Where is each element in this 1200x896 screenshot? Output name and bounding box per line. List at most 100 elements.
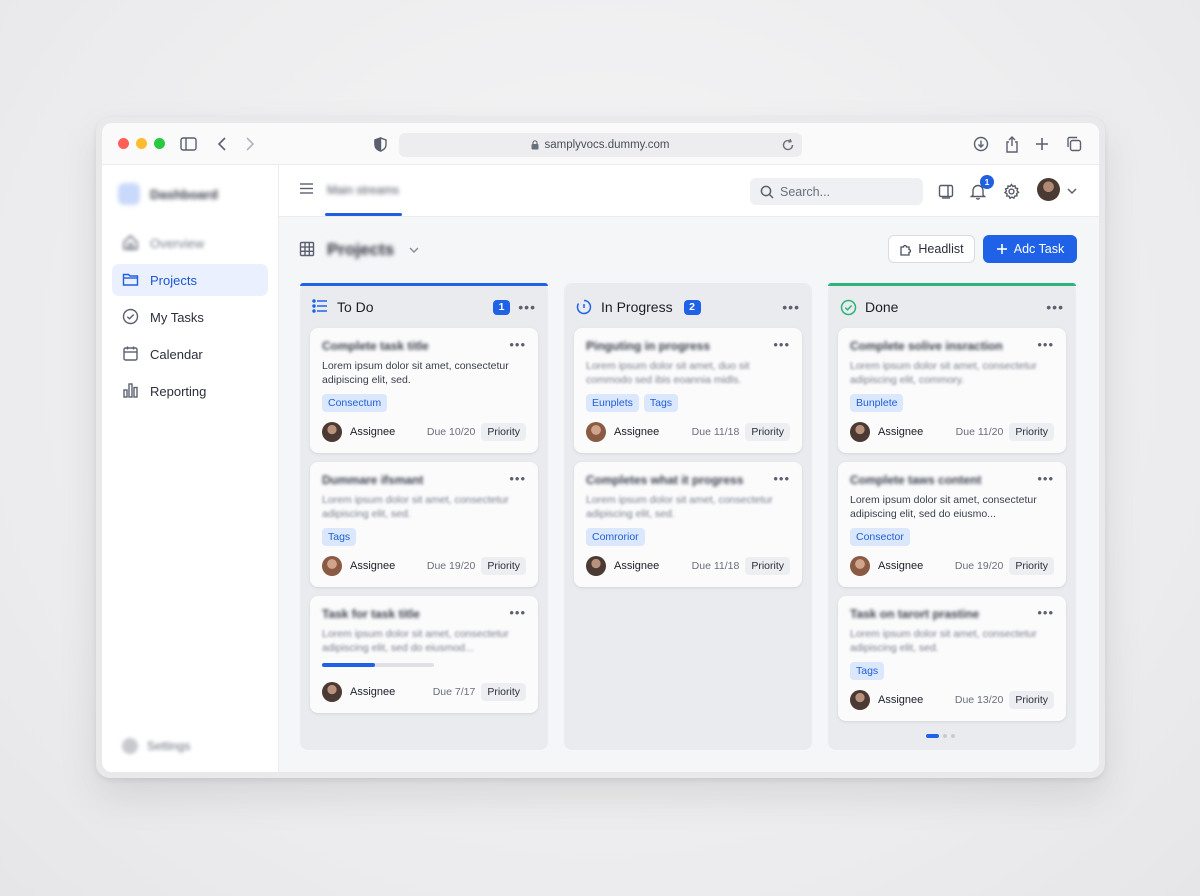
- priority-badge[interactable]: Priority: [1009, 691, 1054, 709]
- tag-badge[interactable]: Consectum: [322, 394, 388, 412]
- headlist-button[interactable]: Headlist: [888, 235, 975, 263]
- more-icon[interactable]: •••: [1037, 337, 1054, 352]
- task-card[interactable]: Completes what it progress ••• Lorem ips…: [574, 462, 802, 587]
- menu-icon[interactable]: [299, 182, 315, 198]
- priority-badge[interactable]: Priority: [481, 423, 526, 441]
- search-input[interactable]: [780, 184, 910, 199]
- task-card[interactable]: Complete solive insraction ••• Lorem ips…: [838, 328, 1066, 453]
- tag-badge[interactable]: Eunplets: [586, 394, 639, 412]
- pagination-dots[interactable]: [926, 734, 955, 738]
- window-controls: [118, 138, 165, 149]
- task-card[interactable]: Pinguting in progress ••• Lorem ipsum do…: [574, 328, 802, 453]
- user-avatar[interactable]: [1037, 178, 1060, 201]
- chevron-down-icon[interactable]: [408, 243, 422, 257]
- tag-badge[interactable]: Bunplete: [850, 394, 904, 412]
- more-icon[interactable]: •••: [1046, 299, 1064, 315]
- search-icon: [760, 185, 774, 199]
- assignee-label[interactable]: Assignee: [350, 560, 395, 572]
- close-window-button[interactable]: [118, 138, 129, 149]
- card-description: Lorem ipsum dolor sit amet, consectetur …: [850, 360, 1037, 386]
- more-icon[interactable]: •••: [509, 471, 526, 486]
- priority-badge[interactable]: Priority: [1009, 557, 1054, 575]
- assignee-label[interactable]: Assignee: [614, 426, 659, 438]
- card-tags: Consectum: [322, 394, 526, 412]
- gear-icon[interactable]: [1001, 181, 1021, 201]
- tag-badge[interactable]: Consector: [850, 528, 910, 546]
- tablet-icon[interactable]: [936, 181, 956, 201]
- page-dot[interactable]: [943, 734, 947, 738]
- tab-main-streams[interactable]: Main streams: [327, 183, 399, 197]
- brand-name: Dashboard: [150, 186, 218, 202]
- progress-bar: [322, 663, 434, 667]
- column-in-progress: In Progress 2 ••• Pinguting in progress …: [564, 283, 812, 750]
- add-task-button[interactable]: Adc Task: [983, 235, 1077, 263]
- assignee-label[interactable]: Assignee: [350, 426, 395, 438]
- sidebar-item-overview[interactable]: Overview: [112, 227, 268, 259]
- address-bar[interactable]: samplyvocs.dummy.com: [399, 133, 802, 157]
- download-icon[interactable]: [971, 134, 991, 154]
- assignee-label[interactable]: Assignee: [878, 560, 923, 572]
- task-card[interactable]: Task on tarort prastine ••• Lorem ipsum …: [838, 596, 1066, 721]
- more-icon[interactable]: •••: [509, 605, 526, 620]
- chevron-down-icon[interactable]: [1066, 184, 1078, 196]
- sidebar-item-my-tasks[interactable]: My Tasks: [112, 301, 268, 333]
- maximize-window-button[interactable]: [154, 138, 165, 149]
- tag-badge[interactable]: Tags: [643, 394, 679, 412]
- sidebar-item-calendar[interactable]: Calendar: [112, 338, 268, 370]
- due-date: Due 11/18: [691, 426, 740, 438]
- reload-icon[interactable]: [780, 137, 796, 153]
- tabs-overview-icon[interactable]: [1064, 134, 1084, 154]
- assignee-label[interactable]: Assignee: [350, 686, 395, 698]
- sidebar-item-reporting[interactable]: Reporting: [112, 375, 268, 407]
- priority-badge[interactable]: Priority: [481, 557, 526, 575]
- brand[interactable]: Dashboard: [118, 183, 218, 205]
- plus-icon: [996, 244, 1007, 254]
- shield-icon[interactable]: [370, 134, 390, 154]
- more-icon[interactable]: •••: [509, 337, 526, 352]
- task-card[interactable]: Task for task title ••• Lorem ipsum dolo…: [310, 596, 538, 713]
- card-description: Lorem ipsum dolor sit amet, consectetur …: [586, 494, 773, 520]
- minimize-window-button[interactable]: [136, 138, 147, 149]
- tag-badge[interactable]: Tags: [322, 528, 357, 546]
- tag-badge[interactable]: Tags: [850, 662, 885, 680]
- more-icon[interactable]: •••: [518, 299, 536, 315]
- assignee-label[interactable]: Assignee: [614, 560, 659, 572]
- priority-badge[interactable]: Priority: [481, 683, 526, 701]
- priority-badge[interactable]: Priority: [745, 423, 790, 441]
- gear-icon: [122, 738, 138, 754]
- forward-icon[interactable]: [240, 134, 260, 154]
- page-dot[interactable]: [951, 734, 955, 738]
- assignee-label[interactable]: Assignee: [878, 426, 923, 438]
- new-tab-icon[interactable]: [1032, 134, 1052, 154]
- task-card[interactable]: Complete taws content ••• Lorem ipsum do…: [838, 462, 1066, 587]
- sidebar-item-label: Projects: [150, 272, 197, 288]
- task-card[interactable]: Dummare ifsmant ••• Lorem ipsum dolor si…: [310, 462, 538, 587]
- sidebar-item-projects[interactable]: Projects: [112, 264, 268, 296]
- more-icon[interactable]: •••: [782, 299, 800, 315]
- check-circle-icon: [122, 308, 140, 326]
- check-circle-icon: [840, 299, 857, 316]
- share-icon[interactable]: [1002, 134, 1022, 154]
- priority-badge[interactable]: Priority: [1009, 423, 1054, 441]
- more-icon[interactable]: •••: [1037, 471, 1054, 486]
- sidebar-item-label: Calendar: [150, 346, 203, 362]
- search-box[interactable]: [750, 178, 923, 205]
- priority-badge[interactable]: Priority: [745, 557, 790, 575]
- browser-window: samplyvocs.dummy.com Dashboard Overview …: [96, 117, 1105, 778]
- more-icon[interactable]: •••: [773, 337, 790, 352]
- more-icon[interactable]: •••: [1037, 605, 1054, 620]
- card-footer: Assignee Due 11/18 Priority: [586, 555, 790, 577]
- sidebar-item-settings[interactable]: Settings: [122, 738, 190, 754]
- tag-badge[interactable]: Comrorior: [586, 528, 645, 546]
- more-icon[interactable]: •••: [773, 471, 790, 486]
- card-tags: Tags: [850, 662, 1054, 680]
- card-description: Lorem ipsum dolor sit amet, consectetur …: [322, 360, 509, 386]
- sidebar-toggle-icon[interactable]: [178, 134, 198, 154]
- avatar: [322, 556, 342, 576]
- back-icon[interactable]: [212, 134, 232, 154]
- due-date: Due 19/20: [954, 560, 1004, 572]
- assignee-label[interactable]: Assignee: [878, 694, 923, 706]
- task-card[interactable]: Complete task title ••• Lorem ipsum dolo…: [310, 328, 538, 453]
- folder-icon: [122, 271, 140, 289]
- page-dot-active[interactable]: [926, 734, 939, 738]
